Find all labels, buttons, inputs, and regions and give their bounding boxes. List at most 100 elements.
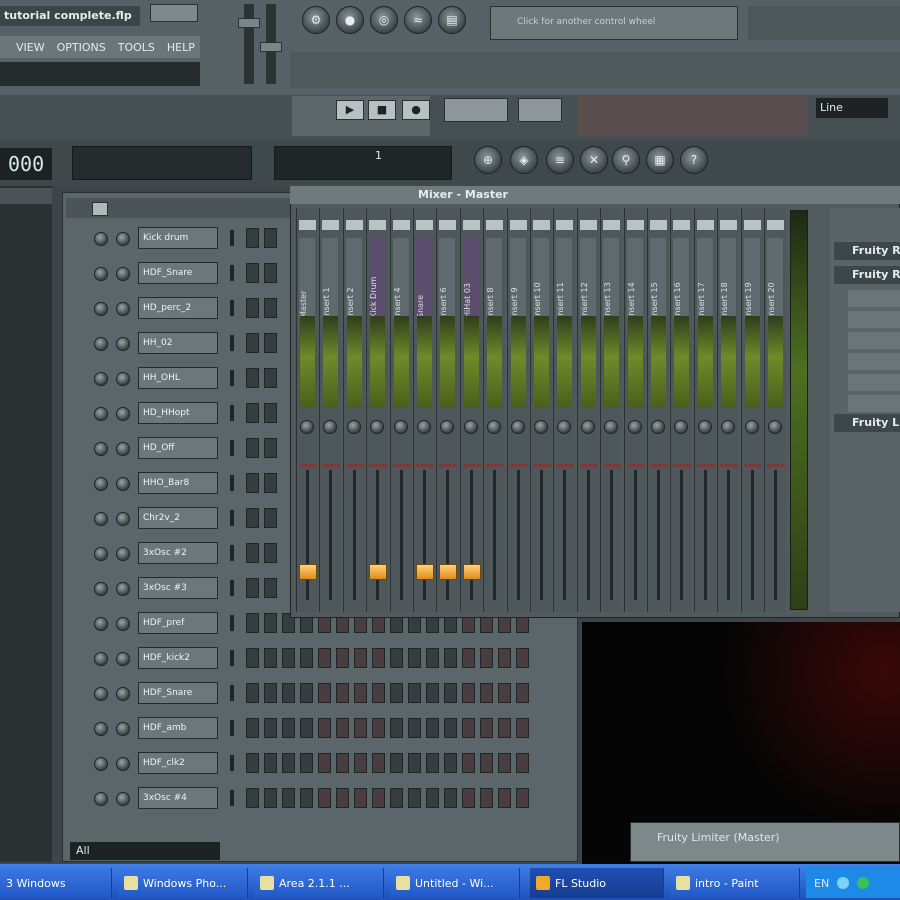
step-button[interactable] (246, 333, 259, 353)
channel-volume-knob[interactable] (116, 547, 130, 561)
channel-name-button[interactable]: 3xOsc #2 (138, 542, 218, 564)
channel-pan-knob[interactable] (94, 407, 108, 421)
menu-options[interactable]: OPTIONS (57, 41, 106, 54)
step-button[interactable] (408, 718, 421, 738)
step-button[interactable] (408, 648, 421, 668)
channel-volume-knob[interactable] (116, 477, 130, 491)
step-button[interactable] (318, 648, 331, 668)
track-pan-knob[interactable] (323, 420, 338, 434)
track-pan-knob[interactable] (370, 420, 385, 434)
step-button[interactable] (408, 753, 421, 773)
channel-select-led[interactable] (230, 720, 234, 736)
step-button[interactable] (246, 788, 259, 808)
step-button[interactable] (300, 683, 313, 703)
taskbar-item-paint[interactable]: intro - Paint (670, 868, 800, 898)
step-button[interactable] (264, 438, 277, 458)
step-button[interactable] (462, 753, 475, 773)
channel-volume-knob[interactable] (116, 372, 130, 386)
track-pan-knob[interactable] (300, 420, 314, 434)
channel-select-led[interactable] (230, 300, 234, 316)
track-pan-knob[interactable] (697, 420, 712, 434)
step-button[interactable] (318, 718, 331, 738)
step-button[interactable] (426, 788, 439, 808)
step-button[interactable] (246, 578, 259, 598)
channel-select-led[interactable] (230, 755, 234, 771)
channel-volume-knob[interactable] (116, 442, 130, 456)
fx-slot-empty[interactable] (848, 353, 900, 370)
step-button[interactable] (516, 648, 529, 668)
channel-volume-knob[interactable] (116, 617, 130, 631)
step-button[interactable] (444, 788, 457, 808)
step-button[interactable] (480, 648, 493, 668)
mixer-track[interactable]: Insert 19 (740, 208, 763, 612)
track-pan-knob[interactable] (674, 420, 689, 434)
mixer-track[interactable]: Insert 6 (436, 208, 459, 612)
step-button[interactable] (354, 683, 367, 703)
step-button[interactable] (426, 753, 439, 773)
step-button[interactable] (516, 683, 529, 703)
step-button[interactable] (390, 788, 403, 808)
step-button[interactable] (246, 613, 259, 633)
menu-view[interactable]: VIEW (16, 41, 45, 54)
rec-icon[interactable]: ● (336, 6, 364, 34)
fx-slot-empty[interactable] (848, 395, 900, 412)
channel-name-button[interactable]: HH_OHL (138, 367, 218, 389)
mixer-track[interactable]: Insert 2 (342, 208, 365, 612)
step-button[interactable] (462, 718, 475, 738)
channel-name-button[interactable]: Kick drum (138, 227, 218, 249)
mixer-track[interactable]: Insert 11 (553, 208, 576, 612)
step-button[interactable] (444, 648, 457, 668)
step-button[interactable] (246, 753, 259, 773)
step-button[interactable] (336, 683, 349, 703)
channel-name-button[interactable]: Chr2v_2 (138, 507, 218, 529)
step-button[interactable] (516, 753, 529, 773)
channel-volume-knob[interactable] (116, 792, 130, 806)
browser-icon[interactable]: ⚲ (612, 146, 640, 174)
step-button[interactable] (246, 298, 259, 318)
channel-volume-knob[interactable] (116, 687, 130, 701)
step-button[interactable] (372, 753, 385, 773)
track-volume-fader[interactable] (369, 563, 388, 580)
track-pan-knob[interactable] (604, 420, 619, 434)
step-button[interactable] (282, 718, 295, 738)
mixer-track[interactable]: Insert 18 (717, 208, 740, 612)
track-pan-knob[interactable] (744, 420, 759, 434)
pattern-mode-select[interactable]: Line (816, 98, 888, 118)
step-button[interactable] (498, 683, 511, 703)
help-icon[interactable]: ? (680, 146, 708, 174)
step-button[interactable] (498, 788, 511, 808)
channel-volume-knob[interactable] (116, 757, 130, 771)
track-pan-knob[interactable] (487, 420, 502, 434)
channel-name-button[interactable]: HDF_kick2 (138, 647, 218, 669)
channel-volume-knob[interactable] (116, 582, 130, 596)
step-button[interactable] (246, 473, 259, 493)
step-button[interactable] (516, 788, 529, 808)
master-volume-slider[interactable] (244, 4, 254, 84)
step-button[interactable] (336, 648, 349, 668)
channel-volume-knob[interactable] (116, 407, 130, 421)
mixer-titlebar[interactable]: Mixer - Master (290, 186, 900, 204)
mixer-track[interactable]: Kick Drum (366, 208, 389, 612)
channel-name-button[interactable]: HDF_Snare (138, 682, 218, 704)
step-button[interactable] (426, 683, 439, 703)
channel-select-led[interactable] (230, 475, 234, 491)
channel-pan-knob[interactable] (94, 687, 108, 701)
record-button[interactable]: ● (402, 100, 430, 120)
wave-icon[interactable]: ≈ (404, 6, 432, 34)
channel-volume-knob[interactable] (116, 267, 130, 281)
channel-pan-knob[interactable] (94, 232, 108, 246)
channel-pan-knob[interactable] (94, 512, 108, 526)
track-volume-fader[interactable] (439, 563, 458, 580)
render-icon[interactable]: ▤ (438, 6, 466, 34)
channel-select-led[interactable] (230, 230, 234, 246)
channel-select-led[interactable] (230, 510, 234, 526)
step-button[interactable] (282, 683, 295, 703)
step-button[interactable] (354, 718, 367, 738)
fx-slot-empty[interactable] (848, 374, 900, 391)
step-button[interactable] (300, 788, 313, 808)
step-button[interactable] (480, 753, 493, 773)
title-controls[interactable] (150, 4, 198, 22)
step-button[interactable] (408, 683, 421, 703)
track-pan-knob[interactable] (463, 420, 478, 434)
track-volume-fader[interactable] (416, 563, 434, 580)
